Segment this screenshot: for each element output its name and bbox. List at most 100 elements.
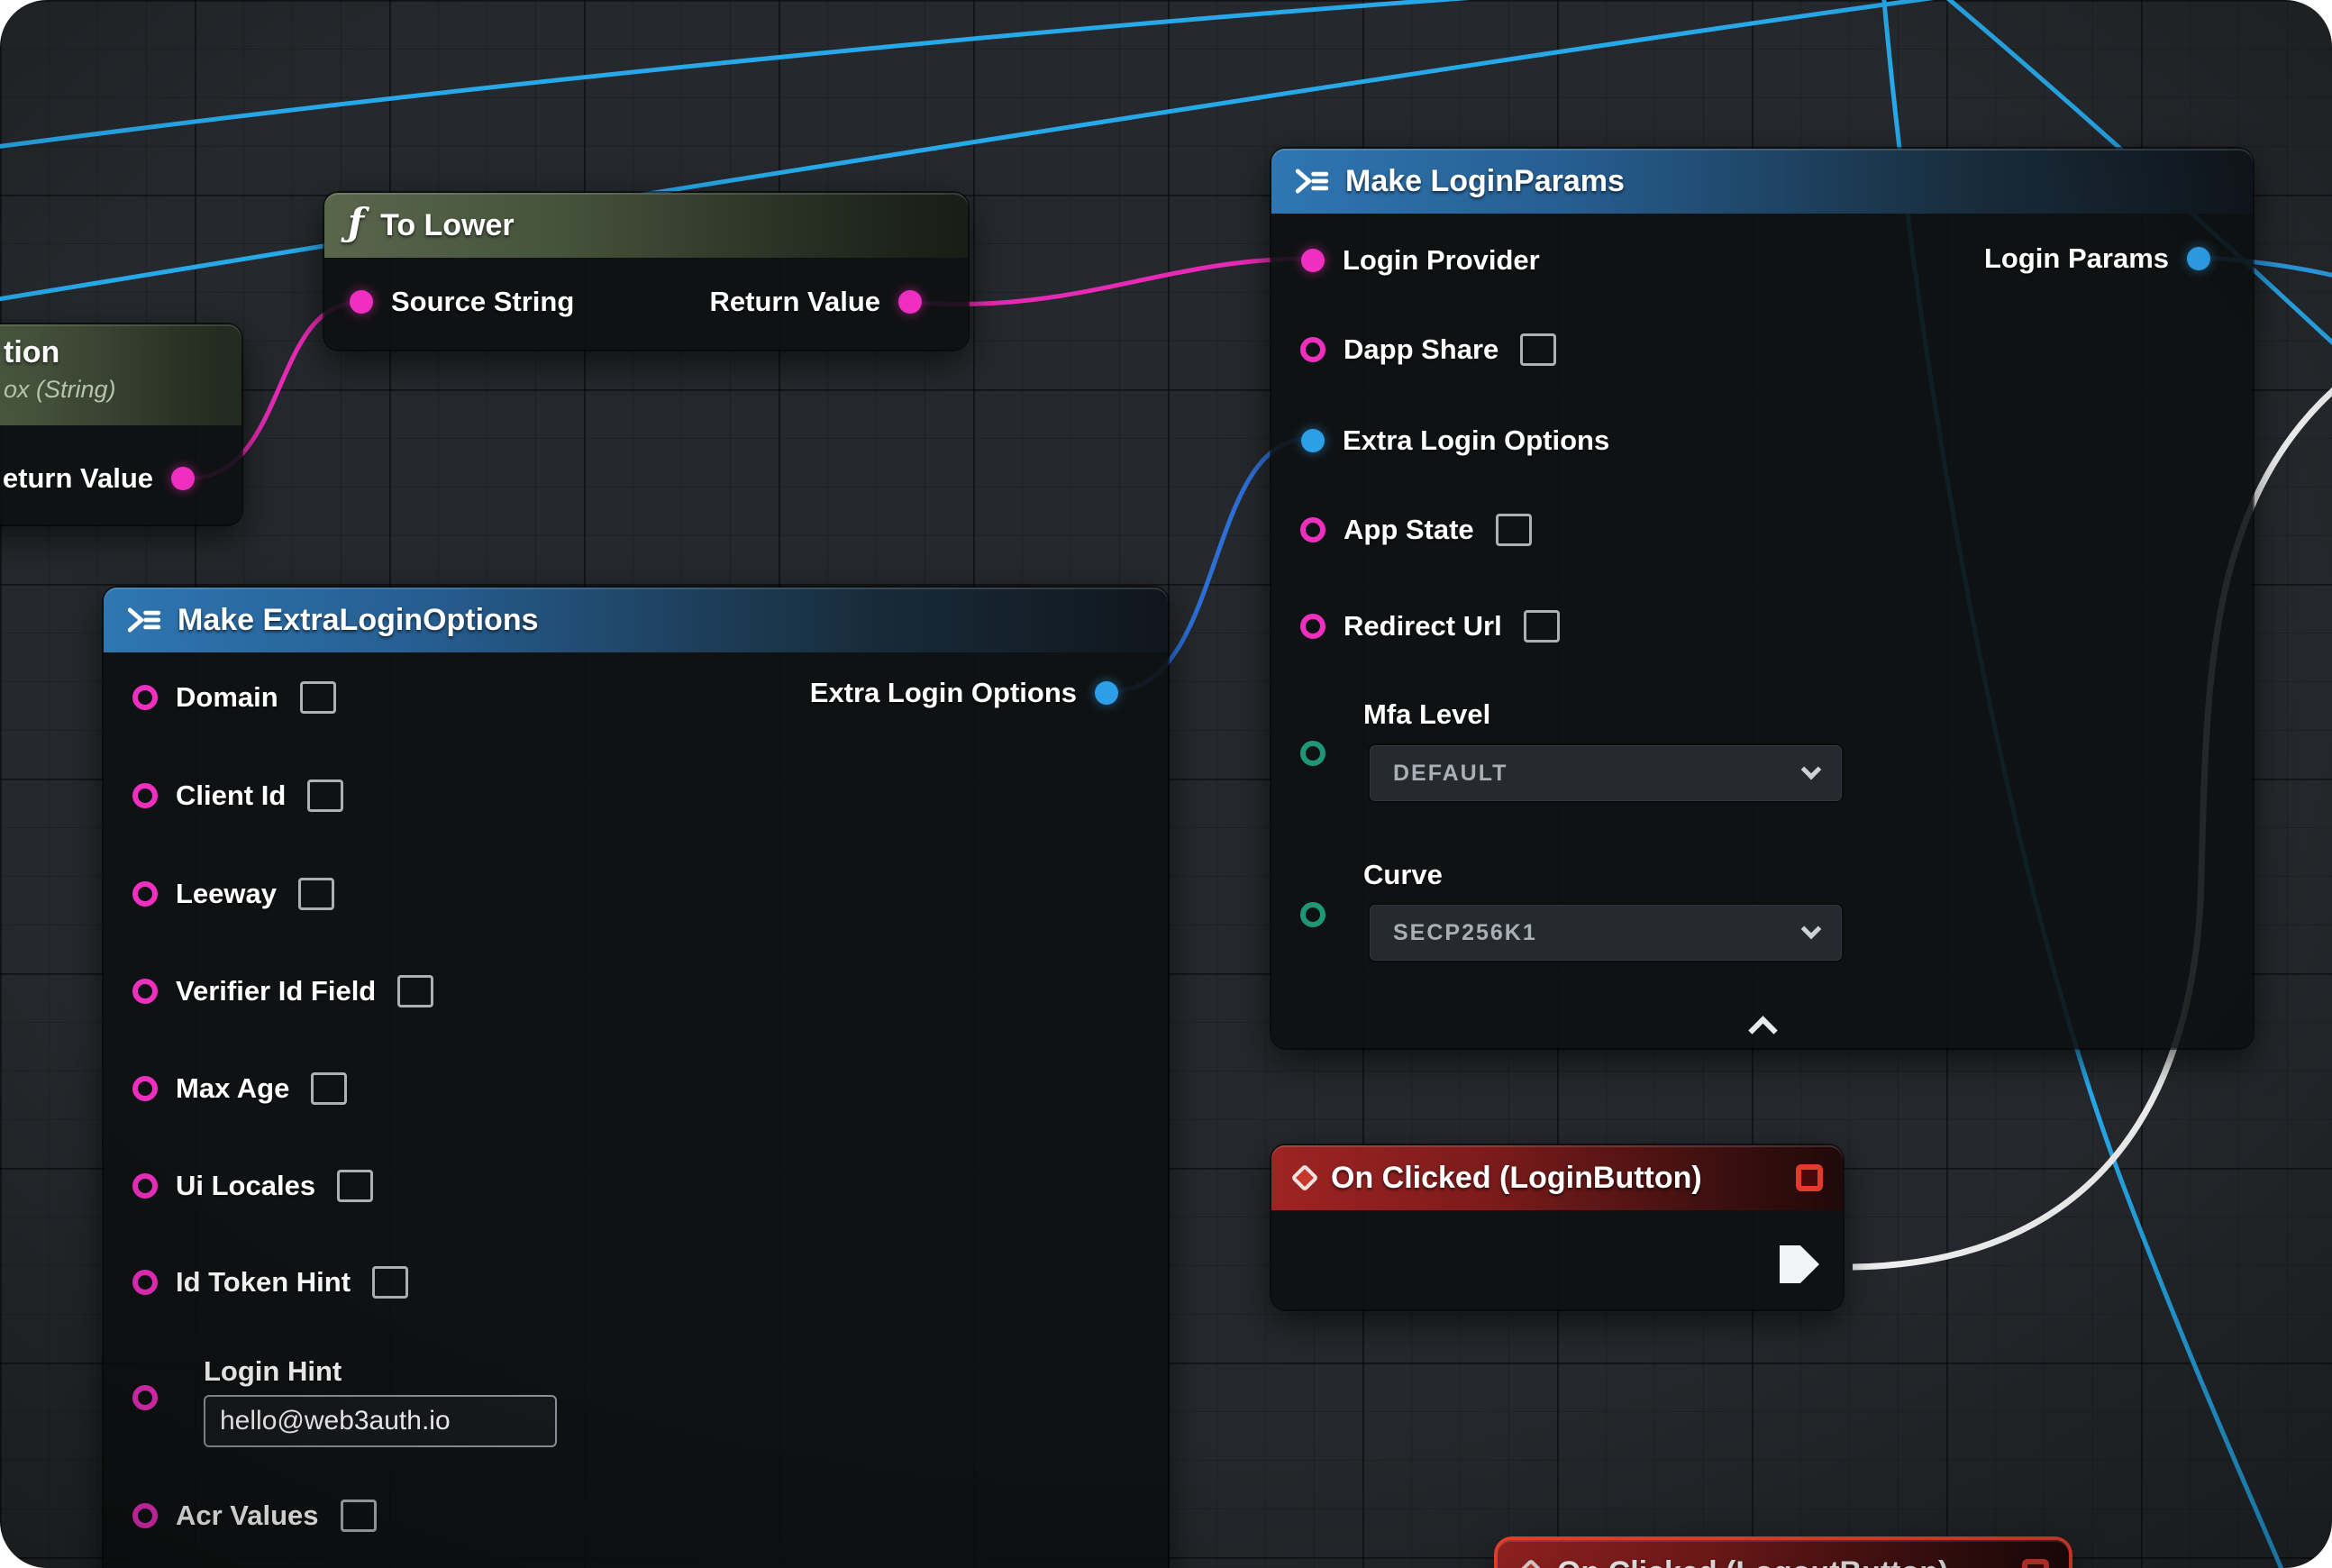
pin-row: Ui Locales [132, 1166, 373, 1206]
node-make-extra-login-options[interactable]: Make ExtraLoginOptions Extra Login Optio… [104, 588, 1168, 1568]
event-diamond-icon [1517, 1558, 1544, 1568]
pin-row: Verifier Id Field [132, 971, 433, 1011]
node-title: On Clicked (LogoutButton) [1557, 1555, 1948, 1568]
mfa-level-dropdown[interactable]: DEFAULT [1368, 743, 1844, 803]
node-title: To Lower [380, 208, 515, 243]
curve-label: Curve [1363, 859, 1443, 891]
node-title: Make ExtraLoginOptions [178, 603, 539, 638]
node-header: Make LoginParams [1271, 149, 2253, 214]
pin-label: Redirect Url [1344, 610, 1502, 643]
ui-locales-checkbox[interactable] [337, 1170, 373, 1202]
delegate-output-pin[interactable] [2022, 1559, 2049, 1568]
collapse-node-chevron[interactable] [1749, 1012, 1776, 1035]
ui-locales-input-pin[interactable] [132, 1173, 158, 1199]
pin-label: Leeway [176, 878, 277, 910]
pin-label: Verifier Id Field [176, 975, 376, 1007]
login-params-output-pin[interactable] [2187, 247, 2210, 270]
login-hint-input[interactable] [204, 1395, 557, 1447]
node-header: Make ExtraLoginOptions [104, 588, 1168, 652]
mfa-level-label: Mfa Level [1363, 698, 1490, 731]
event-diamond-icon [1290, 1163, 1318, 1191]
node-title: tion [4, 335, 218, 370]
blueprint-graph-canvas[interactable]: tion ox (String) eturn Value ƒ To Lower … [0, 0, 2332, 1568]
extra-login-options-input-pin[interactable] [1301, 429, 1325, 452]
pin-label: Extra Login Options [1343, 424, 1609, 457]
acr-values-checkbox[interactable] [341, 1500, 377, 1532]
wire-magenta-to-login-provider[interactable] [915, 259, 1308, 305]
function-icon: ƒ [348, 204, 364, 242]
node-title: On Clicked (LoginButton) [1331, 1161, 1702, 1196]
pin-label: Return Value [710, 286, 881, 318]
pin-row: Acr Values [132, 1496, 377, 1536]
pin-label: Max Age [176, 1072, 289, 1105]
app-state-checkbox[interactable] [1496, 514, 1532, 546]
exec-output-pin[interactable] [1780, 1245, 1819, 1283]
pin-label: Extra Login Options [810, 677, 1077, 709]
pin-label: App State [1344, 514, 1474, 546]
pin-row: Login Provider [1301, 241, 1540, 280]
node-header: tion ox (String) [0, 324, 241, 425]
pin-row: Redirect Url [1300, 606, 1560, 646]
max-age-checkbox[interactable] [311, 1072, 347, 1105]
client-id-input-pin[interactable] [132, 783, 158, 808]
source-string-input-pin[interactable] [350, 290, 373, 314]
chevron-down-icon [1801, 919, 1822, 940]
pin-label: Source String [391, 286, 574, 318]
pin-label: Client Id [176, 779, 286, 812]
pin-row: Login Params [1984, 239, 2210, 278]
pin-row: Extra Login Options [1301, 421, 1609, 460]
delegate-output-pin[interactable] [1796, 1164, 1823, 1191]
app-state-input-pin[interactable] [1300, 517, 1325, 542]
redirect-url-input-pin[interactable] [1300, 614, 1325, 639]
pin-row: Max Age [132, 1069, 347, 1108]
node-on-clicked-logout-button[interactable]: On Clicked (LogoutButton) [1498, 1540, 2069, 1568]
wire-cyan-top-1[interactable] [0, 0, 1595, 149]
node-subtitle: ox (String) [4, 376, 218, 404]
pin-label: Login Params [1984, 242, 2169, 275]
id-token-hint-input-pin[interactable] [132, 1270, 158, 1295]
curve-value: SECP256K1 [1393, 920, 1537, 946]
make-struct-icon [127, 606, 161, 634]
pin-row: Domain [132, 678, 336, 717]
pin-row [1300, 895, 1325, 934]
node-title: Make LoginParams [1345, 164, 1625, 199]
mfa-level-input-pin[interactable] [1300, 741, 1325, 766]
dapp-share-checkbox[interactable] [1520, 333, 1556, 366]
pin-label: Id Token Hint [176, 1266, 351, 1299]
pin-label: eturn Value [3, 462, 153, 495]
curve-input-pin[interactable] [1300, 902, 1325, 927]
pin-row: Client Id [132, 776, 343, 816]
node-header: On Clicked (LoginButton) [1271, 1145, 1843, 1210]
pin-row: App State [1300, 510, 1532, 550]
client-id-checkbox[interactable] [307, 779, 343, 812]
node-on-clicked-login-button[interactable]: On Clicked (LoginButton) [1271, 1145, 1843, 1309]
verifier-id-field-input-pin[interactable] [132, 979, 158, 1004]
pin-row: Id Token Hint [132, 1263, 408, 1302]
leeway-input-pin[interactable] [132, 881, 158, 907]
acr-values-input-pin[interactable] [132, 1503, 158, 1528]
curve-dropdown[interactable]: SECP256K1 [1368, 903, 1844, 962]
node-clipped-function[interactable]: tion ox (String) eturn Value [0, 324, 241, 524]
redirect-url-checkbox[interactable] [1524, 610, 1560, 643]
id-token-hint-checkbox[interactable] [372, 1266, 408, 1299]
login-provider-input-pin[interactable] [1301, 249, 1325, 272]
pin-row [132, 1378, 158, 1418]
domain-checkbox[interactable] [300, 681, 336, 714]
chevron-down-icon [1801, 760, 1822, 780]
domain-input-pin[interactable] [132, 685, 158, 710]
extra-login-options-output-pin[interactable] [1095, 681, 1118, 705]
node-header: ƒ To Lower [324, 193, 968, 258]
login-hint-input-pin[interactable] [132, 1385, 158, 1410]
return-value-output-pin[interactable] [171, 467, 195, 490]
dapp-share-input-pin[interactable] [1300, 337, 1325, 362]
login-hint-label: Login Hint [204, 1355, 342, 1388]
max-age-input-pin[interactable] [132, 1076, 158, 1101]
verifier-id-field-checkbox[interactable] [397, 975, 433, 1007]
return-value-output-pin[interactable] [898, 290, 922, 314]
pin-label: Dapp Share [1344, 333, 1498, 366]
pin-label: Login Provider [1343, 244, 1540, 277]
pin-row [1300, 734, 1325, 773]
node-make-login-params[interactable]: Make LoginParams Login Provider Login Pa… [1271, 149, 2253, 1048]
leeway-checkbox[interactable] [298, 878, 334, 910]
node-to-lower[interactable]: ƒ To Lower Source String Return Value [324, 193, 968, 350]
